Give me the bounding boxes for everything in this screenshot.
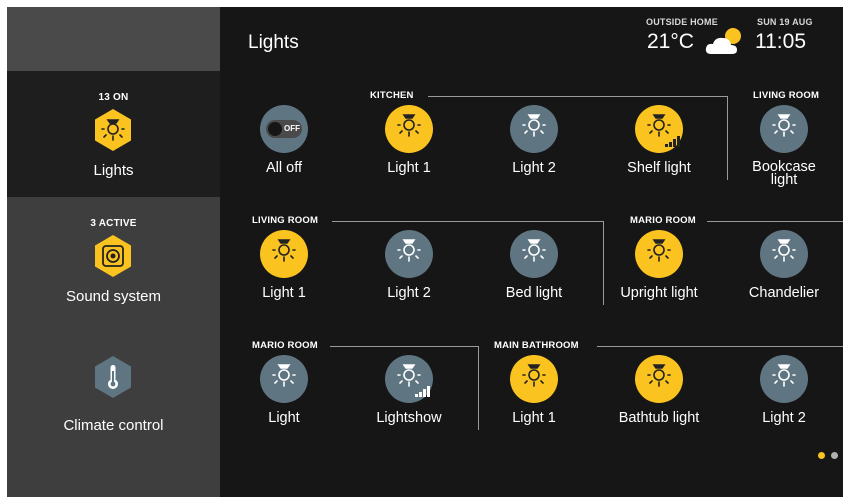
temperature: 21°C (647, 30, 694, 53)
tile-label: Light 1 (512, 410, 556, 426)
lightbulb-icon (272, 239, 296, 262)
lightbulb-icon (397, 114, 421, 137)
light-toggle[interactable] (510, 355, 558, 403)
light-toggle[interactable] (760, 230, 808, 278)
lightbulb-icon (772, 364, 796, 387)
divider (727, 96, 728, 180)
light-tile[interactable]: Bed light (479, 230, 589, 340)
light-tile[interactable]: Light 1 (229, 230, 339, 340)
speaker-icon (95, 235, 131, 277)
toggle-switch[interactable]: OFF (266, 120, 302, 138)
tile-label: Upright light (620, 285, 698, 301)
dimmer-level-icon (665, 136, 680, 147)
divider (330, 346, 478, 347)
group-header-mario-room: MARIO ROOM (252, 340, 318, 351)
sidebar-item-label: Sound system (65, 288, 162, 305)
light-toggle[interactable] (635, 230, 683, 278)
sidebar-header (7, 7, 220, 71)
light-tile[interactable]: Light 2 (729, 355, 839, 465)
tile-label: All off (265, 160, 302, 176)
lightbulb-icon (772, 239, 796, 262)
date: SUN 19 AUG (757, 17, 813, 27)
light-toggle[interactable] (260, 355, 308, 403)
sidebar: 13 ON Lights 3 ACTIVE Sound system Clima… (7, 7, 220, 497)
tile-label: Lightshow (376, 410, 442, 426)
lightbulb-icon (95, 109, 131, 151)
tile-label: Light 2 (762, 410, 806, 426)
tile-label: Light 1 (262, 285, 306, 301)
page-dot-active[interactable] (818, 452, 825, 459)
light-toggle[interactable] (385, 355, 433, 403)
divider (597, 346, 843, 347)
light-tile[interactable]: Bookcase light (729, 105, 839, 215)
toggle-label: OFF (284, 124, 300, 133)
group-header-main-bathroom: MAIN BATHROOM (494, 340, 579, 351)
lightbulb-icon (522, 114, 546, 137)
lightbulb-icon (647, 239, 671, 262)
divider (707, 221, 843, 222)
lightbulb-icon (522, 364, 546, 387)
lightbulb-icon (272, 364, 296, 387)
light-toggle[interactable] (260, 230, 308, 278)
tile-label: Light 2 (387, 285, 431, 301)
toggle-circle: OFF (260, 105, 308, 153)
light-toggle[interactable] (385, 230, 433, 278)
group-header-kitchen: KITCHEN (370, 90, 414, 101)
screen: 13 ON Lights 3 ACTIVE Sound system Clima… (7, 7, 843, 497)
sidebar-item-count: 3 ACTIVE (90, 218, 137, 229)
group-header-mario-room: MARIO ROOM (630, 215, 696, 226)
sidebar-item-count: 13 ON (98, 92, 129, 103)
lightbulb-icon (522, 239, 546, 262)
group-header-living-room: LIVING ROOM (252, 215, 319, 226)
light-toggle[interactable] (635, 105, 683, 153)
tile-label: Bookcase light (752, 159, 816, 188)
light-tile[interactable]: Upright light (604, 230, 714, 340)
sidebar-item-label: Lights (93, 162, 134, 179)
light-toggle[interactable] (760, 105, 808, 153)
light-tile[interactable]: Chandelier (729, 230, 839, 340)
light-toggle[interactable] (635, 355, 683, 403)
light-tile[interactable]: Light 1 (479, 355, 589, 465)
tile-label: Shelf light (627, 160, 691, 176)
lightbulb-icon (397, 239, 421, 262)
light-tile[interactable]: Light 2 (479, 105, 589, 215)
light-tile[interactable]: Bathtub light (604, 355, 714, 465)
light-toggle[interactable] (510, 105, 558, 153)
light-tile[interactable]: Light 1 (354, 105, 464, 215)
light-toggle[interactable] (385, 105, 433, 153)
sidebar-item-label: Climate control (63, 417, 164, 434)
divider (428, 96, 727, 97)
tile-label: Light (268, 410, 300, 426)
tile-label: Bed light (505, 285, 563, 301)
tile-label: Bathtub light (618, 410, 700, 426)
light-toggle[interactable] (510, 230, 558, 278)
dimmer-level-icon (415, 386, 430, 397)
sidebar-item-lights[interactable]: 13 ON Lights (7, 71, 220, 197)
tile-label: Light 1 (387, 160, 431, 176)
sidebar-item-sound-system[interactable]: 3 ACTIVE Sound system (7, 197, 220, 323)
lightbulb-icon (772, 114, 796, 137)
tile-label: Light 2 (512, 160, 556, 176)
thermometer-icon (95, 356, 131, 398)
light-tile[interactable]: Lightshow (354, 355, 464, 465)
group-header-living-room: LIVING ROOM (753, 90, 820, 101)
light-toggle[interactable] (760, 355, 808, 403)
page-dot[interactable] (831, 452, 838, 459)
light-tile[interactable]: Light 2 (354, 230, 464, 340)
light-tile[interactable]: Light (229, 355, 339, 465)
light-tile[interactable]: Shelf light (604, 105, 714, 215)
sidebar-item-climate-control[interactable]: Climate control (7, 323, 220, 449)
partly-cloudy-icon (705, 28, 741, 54)
tile-label: Chandelier (748, 285, 820, 301)
lightbulb-icon (647, 364, 671, 387)
all-off-button[interactable]: OFF All off (229, 105, 339, 215)
toggle-knob (268, 122, 282, 136)
clock-time: 11:05 (755, 30, 806, 53)
divider (332, 221, 603, 222)
page-title: Lights (248, 32, 299, 53)
